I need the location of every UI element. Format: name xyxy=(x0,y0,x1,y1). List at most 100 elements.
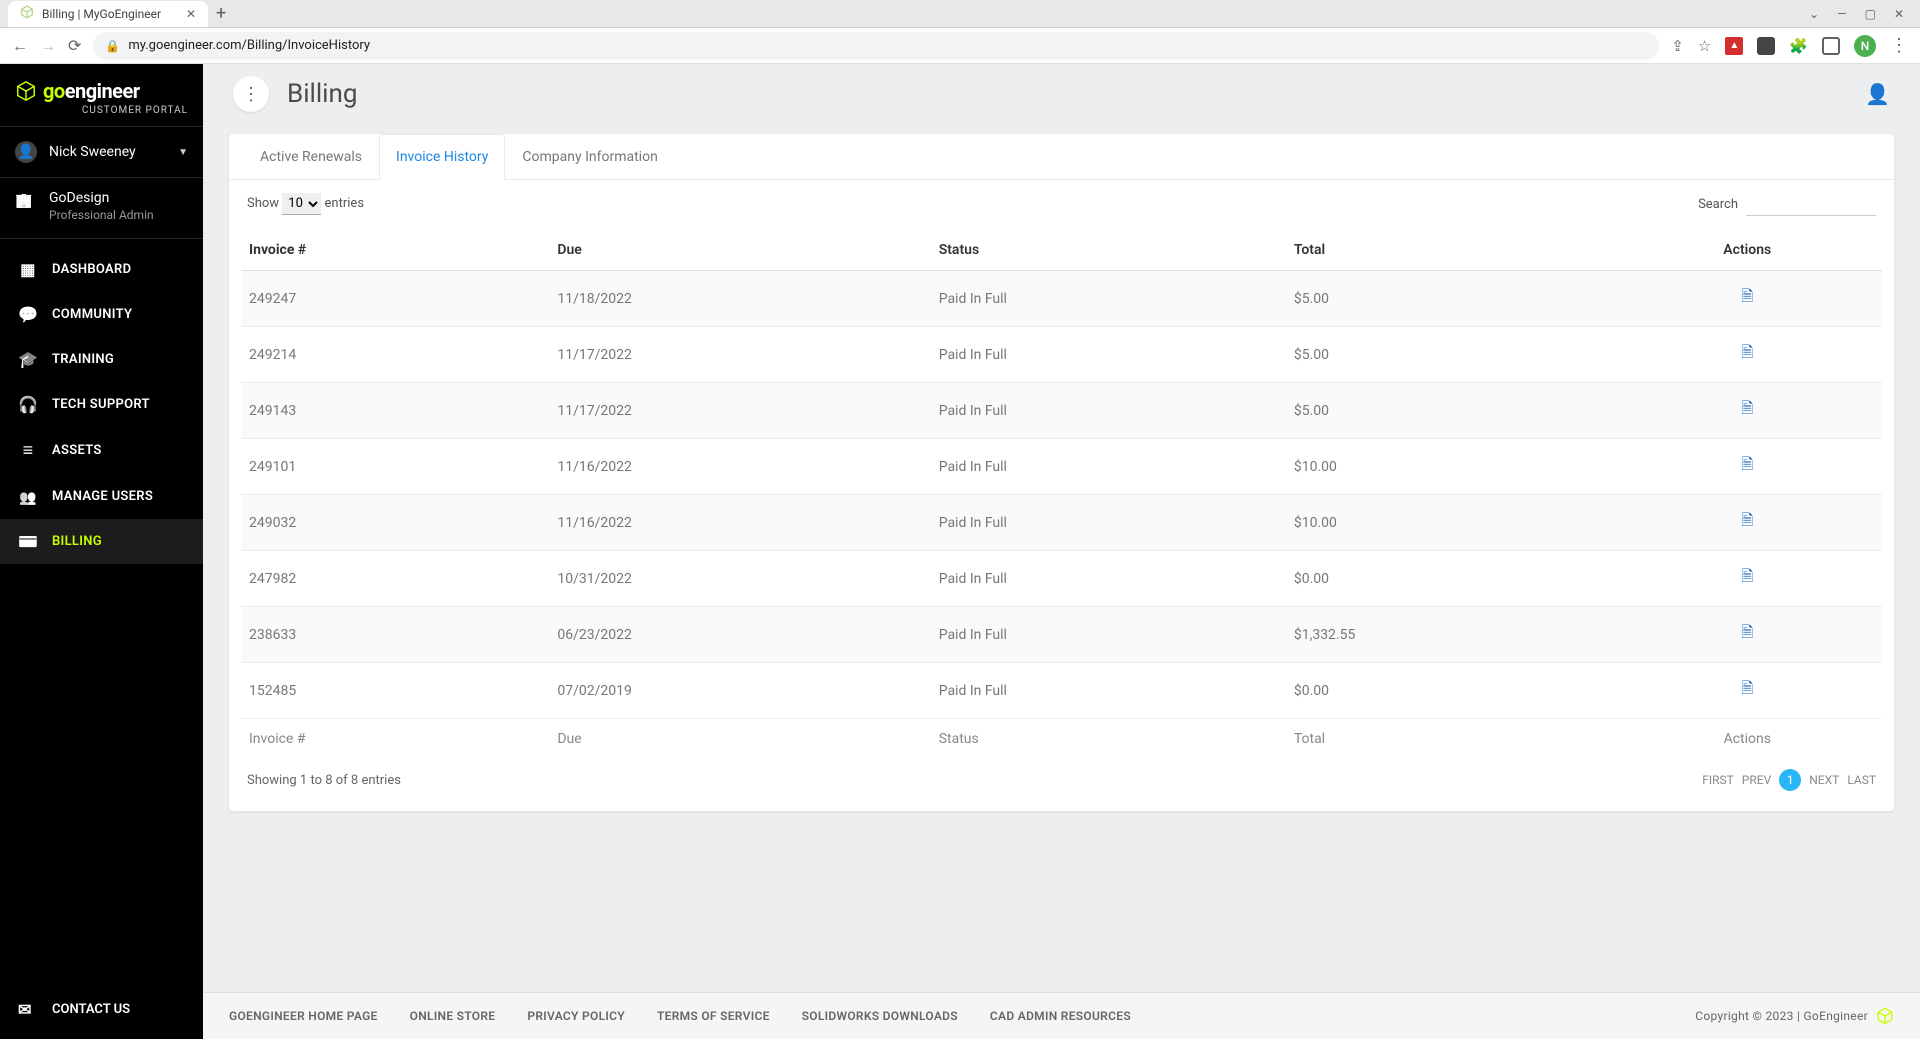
search-input[interactable] xyxy=(1746,192,1876,216)
account-icon[interactable] xyxy=(1865,82,1890,107)
sidebar-item-manage-users[interactable]: MANAGE USERS xyxy=(0,474,203,519)
minimize-button[interactable]: — xyxy=(1837,7,1846,21)
sidebar-item-contact-us[interactable]: CONTACT US xyxy=(0,984,203,1039)
pager-prev[interactable]: PREV xyxy=(1742,773,1771,787)
pager-page-1[interactable]: 1 xyxy=(1779,769,1801,791)
profile-avatar[interactable]: N xyxy=(1854,35,1876,57)
logo: goengineer CUSTOMER PORTAL xyxy=(0,64,203,127)
company-name: GoDesign xyxy=(49,190,154,206)
col-total[interactable]: Total xyxy=(1286,230,1613,271)
table-row: 24924711/18/2022Paid In Full$5.00 xyxy=(241,271,1882,327)
cell-status: Paid In Full xyxy=(931,383,1286,439)
reload-button[interactable]: ⟳ xyxy=(68,36,81,55)
maximize-button[interactable]: ▢ xyxy=(1865,7,1876,21)
download-invoice-button[interactable] xyxy=(1613,327,1882,383)
cell-status: Paid In Full xyxy=(931,495,1286,551)
footer-copyright: Copyright © 2023 | GoEngineer xyxy=(1695,1007,1894,1025)
cell-invoice: 249143 xyxy=(241,383,549,439)
kebab-icon[interactable]: ⋮ xyxy=(1890,35,1908,56)
entries-select[interactable]: 10 xyxy=(282,193,321,215)
download-invoice-button[interactable] xyxy=(1613,271,1882,327)
table-footer: Showing 1 to 8 of 8 entries FIRST PREV 1… xyxy=(229,759,1894,803)
pager-first[interactable]: FIRST xyxy=(1702,773,1734,787)
lock-icon: 🔒 xyxy=(105,39,120,53)
extension-icon-1[interactable] xyxy=(1757,37,1775,55)
sidebar-item-dashboard[interactable]: DASHBOARD xyxy=(0,247,203,292)
document-icon xyxy=(1741,567,1753,585)
list-icon xyxy=(18,440,38,461)
showing-text: Showing 1 to 8 of 8 entries xyxy=(247,773,401,788)
forward-button[interactable]: → xyxy=(40,36,56,56)
page-title: Billing xyxy=(287,79,357,109)
more-button[interactable]: ⋮ xyxy=(233,76,269,112)
sidebar-company: GoDesign Professional Admin xyxy=(0,178,203,239)
sidebar-item-tech-support[interactable]: TECH SUPPORT xyxy=(0,382,203,427)
tab-favicon xyxy=(20,5,34,22)
search-box: Search xyxy=(1698,192,1876,216)
tab-invoice-history[interactable]: Invoice History xyxy=(379,134,505,180)
browser-tab[interactable]: Billing | MyGoEngineer ✕ xyxy=(8,1,208,27)
nav-label: DASHBOARD xyxy=(52,262,131,277)
new-tab-button[interactable]: + xyxy=(216,3,226,24)
cell-invoice: 249101 xyxy=(241,439,549,495)
foot-actions: Actions xyxy=(1613,719,1882,760)
col-due[interactable]: Due xyxy=(549,230,930,271)
sidebar-item-assets[interactable]: ASSETS xyxy=(0,427,203,474)
cell-total: $1,332.55 xyxy=(1286,607,1613,663)
footer-link-solidworks[interactable]: SOLIDWORKS DOWNLOADS xyxy=(802,1009,958,1023)
building-icon xyxy=(15,190,37,209)
tab-company-information[interactable]: Company Information xyxy=(505,134,674,179)
cube-icon xyxy=(15,80,37,102)
search-label: Search xyxy=(1698,197,1738,212)
sidebar-item-training[interactable]: TRAINING xyxy=(0,337,203,382)
pdf-extension-icon[interactable]: ▲ xyxy=(1725,37,1743,55)
col-invoice[interactable]: Invoice # xyxy=(241,230,549,271)
table-controls: Show 10 entries Search xyxy=(229,180,1894,222)
cell-total: $5.00 xyxy=(1286,327,1613,383)
url-box[interactable]: 🔒 my.goengineer.com/Billing/InvoiceHisto… xyxy=(93,32,1659,60)
cell-total: $10.00 xyxy=(1286,439,1613,495)
bookmark-icon[interactable]: ☆ xyxy=(1698,37,1711,55)
sidebar-item-billing[interactable]: BILLING xyxy=(0,519,203,564)
footer-link-privacy[interactable]: PRIVACY POLICY xyxy=(527,1009,625,1023)
document-icon xyxy=(1741,455,1753,473)
download-invoice-button[interactable] xyxy=(1613,495,1882,551)
tab-active-renewals[interactable]: Active Renewals xyxy=(243,134,379,179)
download-invoice-button[interactable] xyxy=(1613,551,1882,607)
share-icon[interactable]: ⇪ xyxy=(1671,37,1684,55)
footer-link-home[interactable]: GOENGINEER HOME PAGE xyxy=(229,1009,378,1023)
browser-toolbar: ⇪ ☆ ▲ 🧩 N ⋮ xyxy=(1671,35,1908,57)
url-text: my.goengineer.com/Billing/InvoiceHistory xyxy=(128,38,370,53)
col-status[interactable]: Status xyxy=(931,230,1286,271)
extension-icon-2[interactable] xyxy=(1822,37,1840,55)
close-window-button[interactable]: ✕ xyxy=(1894,7,1904,21)
download-invoice-button[interactable] xyxy=(1613,439,1882,495)
footer-link-store[interactable]: ONLINE STORE xyxy=(410,1009,496,1023)
foot-status: Status xyxy=(931,719,1286,760)
tabs: Active Renewals Invoice History Company … xyxy=(229,134,1894,180)
pager-next[interactable]: NEXT xyxy=(1809,773,1839,787)
chevron-down-icon[interactable]: ⌄ xyxy=(1809,7,1819,21)
footer-link-terms[interactable]: TERMS OF SERVICE xyxy=(657,1009,770,1023)
cell-invoice: 249247 xyxy=(241,271,549,327)
cell-due: 11/16/2022 xyxy=(549,495,930,551)
footer-links: GOENGINEER HOME PAGE ONLINE STORE PRIVAC… xyxy=(229,1009,1131,1023)
main-header: ⋮ Billing xyxy=(203,64,1920,124)
entries-selector: Show 10 entries xyxy=(247,193,364,215)
download-invoice-button[interactable] xyxy=(1613,383,1882,439)
credit-card-icon xyxy=(18,532,38,551)
extensions-icon[interactable]: 🧩 xyxy=(1789,37,1808,55)
sidebar-user[interactable]: 👤 Nick Sweeney ▼ xyxy=(0,127,203,178)
cell-total: $0.00 xyxy=(1286,551,1613,607)
download-invoice-button[interactable] xyxy=(1613,663,1882,719)
sidebar-item-community[interactable]: COMMUNITY xyxy=(0,292,203,337)
download-invoice-button[interactable] xyxy=(1613,607,1882,663)
pager-last[interactable]: LAST xyxy=(1847,773,1876,787)
back-button[interactable]: ← xyxy=(12,36,28,56)
document-icon xyxy=(1741,399,1753,417)
cube-icon xyxy=(1876,1007,1894,1025)
main: ⋮ Billing Active Renewals Invoice Histor… xyxy=(203,64,1920,1039)
footer-link-cad[interactable]: CAD ADMIN RESOURCES xyxy=(990,1009,1131,1023)
close-icon[interactable]: ✕ xyxy=(186,7,196,21)
cell-status: Paid In Full xyxy=(931,663,1286,719)
